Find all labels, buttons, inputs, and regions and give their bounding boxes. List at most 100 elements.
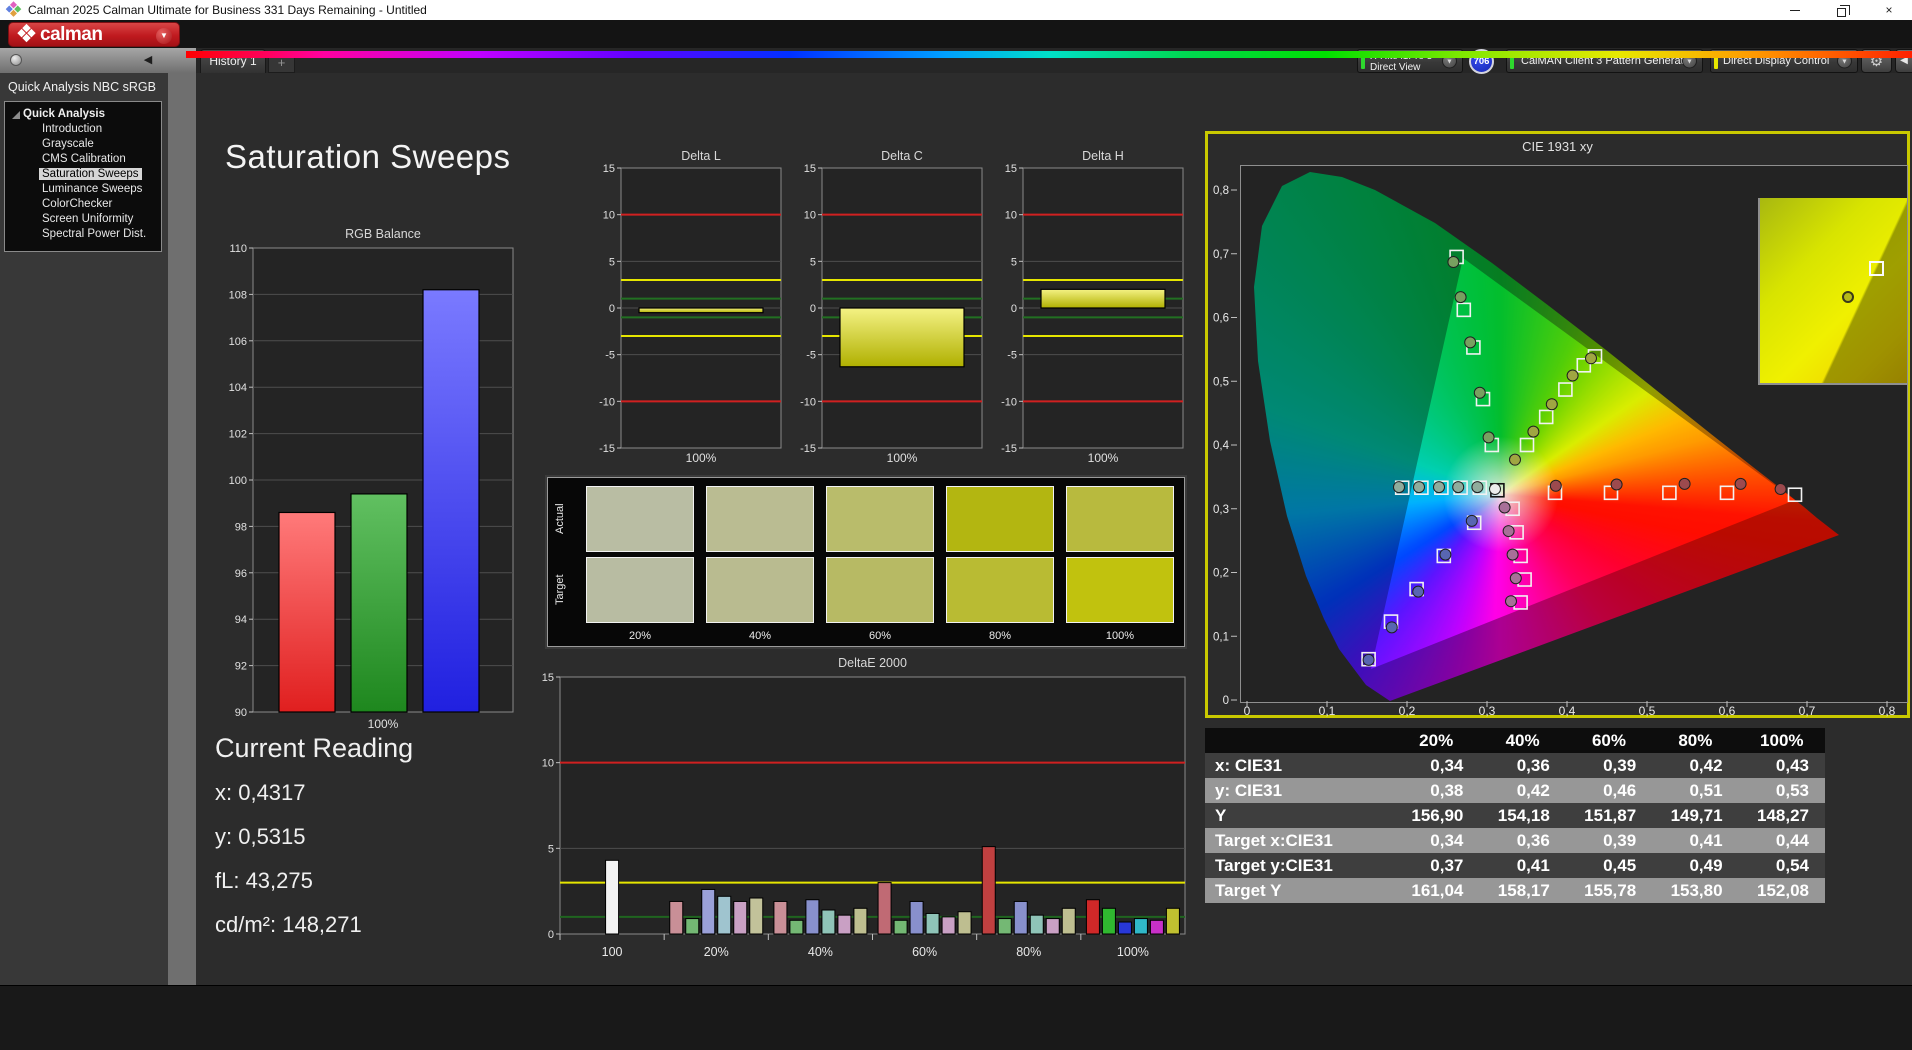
sidebar-item-label: Saturation Sweeps bbox=[39, 168, 142, 180]
svg-text:Delta H: Delta H bbox=[1082, 149, 1124, 163]
sidebar-item-spectral-power-dist[interactable]: Spectral Power Dist. bbox=[5, 227, 161, 242]
reading-value: y: 0,5315 bbox=[215, 824, 306, 849]
measured-red bbox=[1734, 477, 1747, 490]
sidebar-item-saturation-sweeps[interactable]: Saturation Sweeps bbox=[5, 167, 161, 182]
table-col-header: 80% bbox=[1652, 728, 1739, 753]
swatch-col-label: 20% bbox=[628, 630, 652, 642]
sidebar-item-label: ColorChecker bbox=[42, 198, 113, 210]
table-cell: 0,51 bbox=[1652, 778, 1739, 803]
deltae-bar bbox=[1133, 918, 1148, 935]
chevron-down-icon[interactable]: ▼ bbox=[156, 28, 172, 44]
table-cell: 0,41 bbox=[1652, 828, 1739, 853]
deltae-bar bbox=[821, 909, 836, 935]
svg-text:15: 15 bbox=[542, 672, 554, 684]
measured-cyan bbox=[1393, 481, 1405, 494]
table-col-header: 40% bbox=[1479, 728, 1566, 753]
svg-text:0,6: 0,6 bbox=[1213, 313, 1229, 325]
deltae-bar bbox=[925, 912, 940, 935]
measured-green bbox=[1447, 256, 1460, 269]
calman-menu-button[interactable]: calman ▼ bbox=[8, 22, 180, 47]
deltae-bar bbox=[773, 900, 788, 935]
minimize-button[interactable] bbox=[1778, 0, 1812, 20]
delta_l-svg: Delta L -15 -10 -5 0 5 10 15 100% bbox=[599, 149, 782, 465]
measured-green bbox=[1482, 431, 1495, 444]
sidebar-item-label: Introduction bbox=[42, 123, 103, 135]
svg-text:5: 5 bbox=[609, 256, 615, 268]
table-row-y: Y 156,90 154,18 151,87 149,71 148,27 bbox=[1205, 803, 1825, 828]
deltae-bar bbox=[717, 895, 732, 935]
table-row-target-x-cie31: Target x:CIE31 0,34 0,36 0,39 0,41 0,44 bbox=[1205, 828, 1825, 853]
table-cell: 0,39 bbox=[1565, 828, 1653, 853]
svg-text:100%: 100% bbox=[1088, 451, 1119, 465]
svg-text:40%: 40% bbox=[808, 945, 833, 959]
table-cell: 151,87 bbox=[1565, 803, 1653, 828]
table-cell: 156,90 bbox=[1393, 803, 1480, 828]
svg-text:-5: -5 bbox=[1007, 350, 1017, 362]
measured-blue bbox=[1465, 514, 1478, 527]
svg-text:DeltaE 2000: DeltaE 2000 bbox=[838, 656, 907, 670]
close-button[interactable]: × bbox=[1872, 0, 1906, 20]
sidebar-splitter[interactable] bbox=[168, 73, 196, 985]
svg-text:96: 96 bbox=[235, 568, 247, 580]
svg-text:20%: 20% bbox=[704, 945, 729, 959]
deltae-bar bbox=[605, 859, 620, 935]
measured-yellow bbox=[1509, 453, 1521, 466]
deltae-bar bbox=[877, 882, 892, 935]
measured-red bbox=[1610, 478, 1623, 491]
svg-text:-10: -10 bbox=[1001, 396, 1017, 408]
table-cell: 0,41 bbox=[1479, 853, 1566, 878]
tree-root-quick-analysis[interactable]: Quick Analysis bbox=[5, 107, 161, 122]
table-cell: 155,78 bbox=[1565, 878, 1653, 903]
sidebar-item-label: Grayscale bbox=[42, 138, 94, 150]
deltae-bar bbox=[981, 846, 996, 935]
sidebar-bullet-icon[interactable] bbox=[10, 54, 22, 66]
table-cell: 0,42 bbox=[1479, 778, 1566, 803]
svg-text:0,6: 0,6 bbox=[1719, 704, 1736, 718]
reading-value: fL: 43,275 bbox=[215, 868, 313, 893]
sidebar-item-introduction[interactable]: Introduction bbox=[5, 122, 161, 137]
svg-text:5: 5 bbox=[548, 843, 554, 855]
measured-cyan bbox=[1433, 481, 1445, 494]
deltae-2000-chart: DeltaE 2000 0 5 10 15 100 20% 40% 60% 80% 100% bbox=[540, 653, 1200, 961]
svg-text:-15: -15 bbox=[599, 443, 615, 455]
sidebar-collapse-icon[interactable]: ◀ bbox=[140, 52, 156, 68]
sidebar-item-colorchecker[interactable]: ColorChecker bbox=[5, 197, 161, 212]
sidebar-item-label: Screen Uniformity bbox=[42, 213, 134, 225]
sidebar-item-grayscale[interactable]: Grayscale bbox=[5, 137, 161, 152]
table-cell: 0,39 bbox=[1565, 753, 1653, 778]
svg-text:Delta L: Delta L bbox=[681, 149, 721, 163]
table-cell: 161,04 bbox=[1393, 878, 1480, 903]
sidebar-item-luminance-sweeps[interactable]: Luminance Sweeps bbox=[5, 182, 161, 197]
svg-text:60%: 60% bbox=[912, 945, 937, 959]
sidebar-item-screen-uniformity[interactable]: Screen Uniformity bbox=[5, 212, 161, 227]
svg-text:104: 104 bbox=[229, 382, 247, 394]
swatch-actual-40% bbox=[706, 486, 814, 552]
svg-text:RGB Balance: RGB Balance bbox=[345, 227, 421, 241]
deltae-bar bbox=[1101, 907, 1116, 935]
svg-text:92: 92 bbox=[235, 661, 247, 673]
deltae-bar bbox=[1117, 921, 1132, 935]
restore-button[interactable] bbox=[1824, 0, 1858, 20]
workflow-tree: Quick Analysis Introduction Grayscale CMS … bbox=[4, 101, 162, 252]
deltae-bar bbox=[941, 916, 956, 935]
table-cell: 0,43 bbox=[1738, 753, 1825, 778]
table-cell: 0,36 bbox=[1479, 753, 1566, 778]
measured-magenta bbox=[1505, 595, 1517, 608]
table-cell: 0,46 bbox=[1565, 778, 1653, 803]
svg-text:-10: -10 bbox=[800, 396, 816, 408]
svg-text:98: 98 bbox=[235, 521, 247, 533]
svg-text:0,3: 0,3 bbox=[1479, 704, 1496, 718]
deltae-bar bbox=[701, 888, 716, 935]
deltae-bar bbox=[909, 900, 924, 935]
current-reading-panel: Current Reading x: 0,4317 y: 0,5315 fL: 43… bbox=[215, 733, 413, 956]
measured-green bbox=[1454, 291, 1467, 304]
sidebar-item-cms-calibration[interactable]: CMS Calibration bbox=[5, 152, 161, 167]
measured-blue bbox=[1362, 653, 1375, 666]
table-cell: 154,18 bbox=[1479, 803, 1566, 828]
measured-magenta bbox=[1506, 548, 1519, 561]
table-cell: 0,34 bbox=[1393, 753, 1480, 778]
svg-text:0,4: 0,4 bbox=[1559, 704, 1576, 718]
reading-value: cd/m²: 148,271 bbox=[215, 912, 362, 937]
svg-text:0,1: 0,1 bbox=[1319, 704, 1336, 718]
delta-bar bbox=[638, 307, 764, 314]
